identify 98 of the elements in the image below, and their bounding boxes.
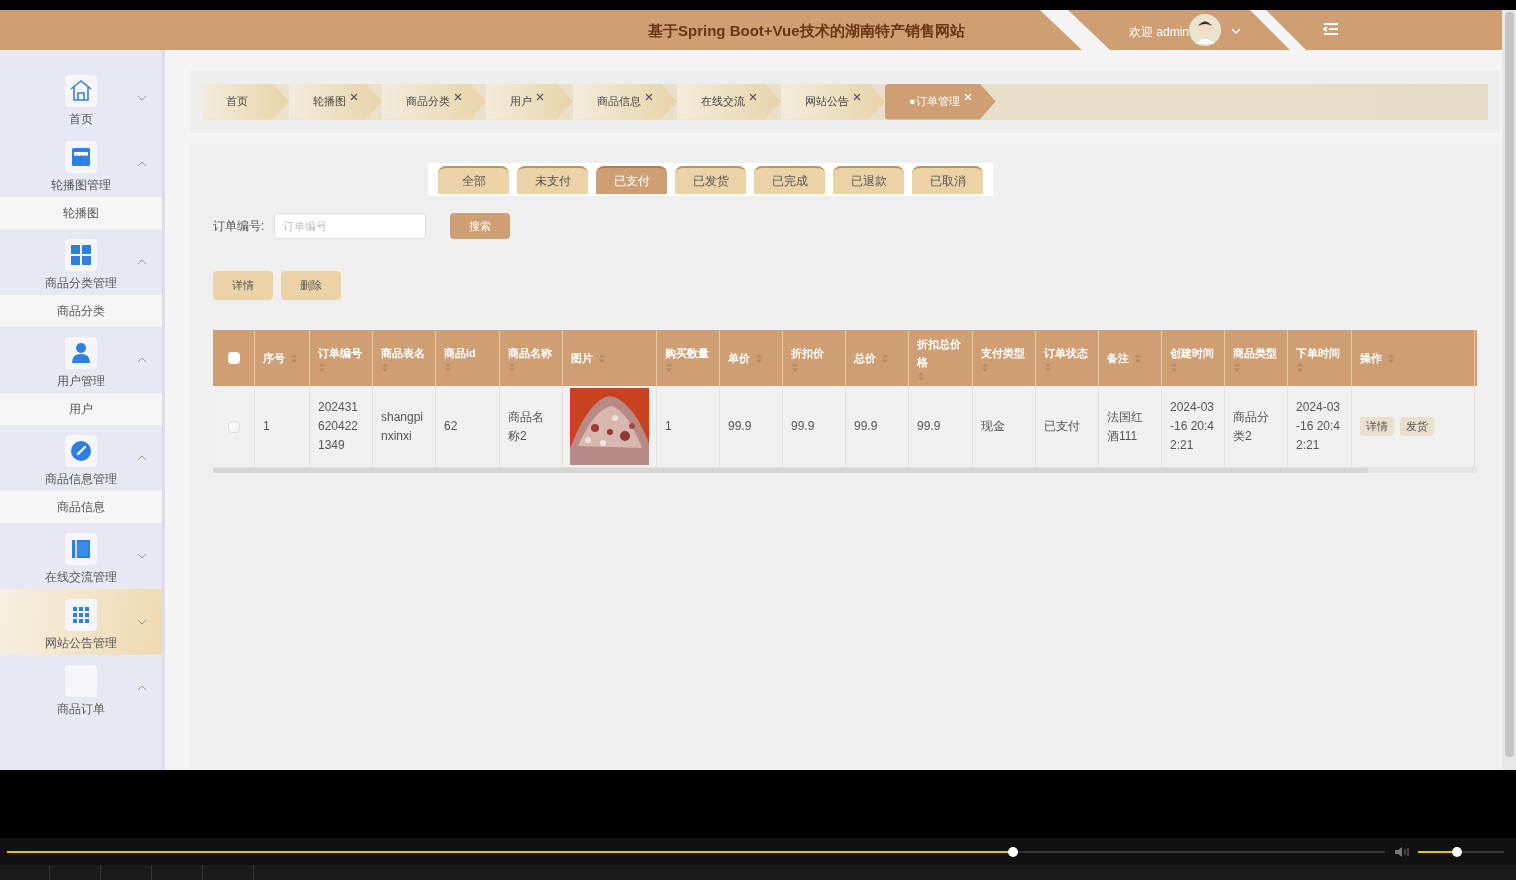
tab[interactable]: 首页 (202, 83, 289, 120)
sidebar-menu-item[interactable]: 在线交流管理 (0, 523, 162, 589)
column-header: 操作 (1360, 351, 1382, 366)
close-icon (536, 92, 544, 101)
table-cell-text: 1 (665, 418, 672, 435)
chevron-up-icon (137, 685, 147, 691)
table-cell-text: 62 (444, 418, 458, 435)
column-header: 商品id (444, 345, 477, 361)
table-cell-text: 99.9 (791, 418, 815, 435)
submenu-item[interactable]: 商品信息 (0, 491, 162, 523)
tab[interactable]: 商品分类 (382, 83, 486, 120)
menu-label: 网站公告管理 (45, 635, 117, 652)
column-header: 单价 (728, 351, 750, 366)
column-header: 订单状态 (1044, 345, 1089, 361)
table-cell-text: 99.9 (728, 418, 752, 435)
close-icon (454, 92, 462, 101)
action-button[interactable]: 详情 (213, 271, 273, 300)
status-filter-button[interactable]: 已取消 (912, 165, 983, 194)
row-action-button[interactable]: 发货 (1400, 417, 1434, 436)
column-header: 图片 (571, 351, 593, 366)
submenu-item[interactable]: 用户 (0, 393, 162, 425)
column-header: 支付类型 (981, 345, 1026, 361)
sidebar-menu-item[interactable]: 轮播图管理 (0, 131, 162, 197)
avatar[interactable] (1189, 14, 1221, 46)
column-header: 总价 (854, 351, 876, 366)
menu-label: 商品信息管理 (45, 471, 117, 488)
table-cell-text: 2024-03-16 20:42:21 (1170, 399, 1216, 454)
sidebar-menu-item[interactable]: 首页 (0, 65, 162, 131)
slider-thumb[interactable] (1451, 846, 1462, 857)
table-cell-text: 法国红酒111 (1107, 408, 1144, 445)
speaker-icon (1394, 845, 1410, 858)
menu-label: 在线交流管理 (45, 569, 117, 586)
sidebar-menu-item[interactable]: 商品订单 (0, 655, 162, 721)
close-icon (963, 92, 972, 101)
chevron-up-icon (137, 455, 147, 461)
tab[interactable]: 轮播图 (289, 83, 382, 120)
chevron-down-icon (1231, 28, 1241, 34)
menu-label: 用户管理 (57, 373, 105, 390)
column-header: 商品类型 (1233, 345, 1278, 361)
submenu-item[interactable]: 轮播图 (0, 197, 162, 229)
table-cell-text: shangpinxinxi (381, 408, 425, 445)
close-icon (853, 92, 861, 101)
status-filter-button[interactable]: 已退款 (833, 165, 904, 194)
chevron-up-icon (137, 161, 147, 167)
column-header: 购买数量 (665, 345, 710, 361)
action-button[interactable]: 删除 (281, 271, 341, 300)
menu-icon[interactable] (1323, 22, 1339, 36)
column-header: 下单时间 (1296, 345, 1341, 361)
column-header: 商品表名 (381, 345, 426, 361)
table-cell-text: 已支付 (1044, 418, 1080, 435)
table-cell-text: 商品分类2 (1233, 408, 1270, 445)
table-cell-text: 2024-03-16 20:42:21 (1296, 399, 1342, 454)
tab[interactable]: 用户 (486, 83, 573, 120)
chevron-down-icon (137, 95, 147, 101)
chevron-up-icon (137, 259, 147, 265)
status-filter-button[interactable]: 未支付 (517, 165, 588, 194)
close-icon (645, 92, 653, 101)
menu-label: 商品分类管理 (45, 275, 117, 292)
status-filter-button[interactable]: 已完成 (754, 165, 825, 194)
table-cell-text: 2024316204221349 (318, 399, 360, 454)
row-checkbox[interactable] (227, 420, 240, 433)
field-label: 订单编号: (213, 218, 265, 235)
tab[interactable]: 在线交流 (677, 83, 781, 120)
table-cell-text: 商品名称2 (508, 408, 545, 445)
sidebar-menu-item[interactable]: 网站公告管理 (0, 589, 162, 655)
table-cell-text: 1 (263, 418, 270, 435)
close-icon (749, 92, 757, 101)
column-header: 创建时间 (1170, 345, 1215, 361)
close-icon (350, 92, 358, 101)
chevron-down-icon (137, 619, 147, 625)
table-cell-text: 99.9 (917, 418, 941, 435)
tab[interactable]: 网站公告 (781, 83, 885, 120)
column-header: 订单编号 (318, 345, 363, 361)
scrollbar-thumb[interactable] (1504, 12, 1514, 757)
menu-label: 首页 (69, 111, 93, 128)
site-title: 基于Spring Boot+Vue技术的湖南特产销售网站 (648, 21, 965, 41)
submenu-item[interactable]: 商品分类 (0, 295, 162, 327)
column-header: 折扣总价格 (917, 336, 962, 370)
row-action-button[interactable]: 详情 (1360, 417, 1394, 436)
menu-label: 商品订单 (57, 701, 105, 718)
status-filter-button[interactable]: 全部 (438, 165, 509, 194)
select-all-checkbox[interactable] (227, 352, 240, 364)
column-header: 商品名称 (508, 345, 553, 361)
sidebar-menu-item[interactable]: 用户管理 (0, 327, 162, 393)
column-header: 序号 (263, 351, 285, 366)
table-cell-text: 现金 (981, 418, 1005, 435)
menu-label: 轮播图管理 (51, 177, 111, 194)
chevron-up-icon (137, 357, 147, 363)
welcome-text: 欢迎 admin (1129, 24, 1190, 41)
table-cell-text: 99.9 (854, 418, 878, 435)
tab[interactable]: 商品信息 (573, 83, 677, 120)
sidebar-menu-item[interactable]: 商品信息管理 (0, 425, 162, 491)
chevron-down-icon (137, 553, 147, 559)
sidebar-menu-item[interactable]: 商品分类管理 (0, 229, 162, 295)
column-header: 折扣价 (791, 345, 825, 361)
column-header: 备注 (1107, 351, 1129, 366)
slider-thumb[interactable] (1007, 846, 1018, 857)
status-filter-button[interactable]: 已发货 (675, 165, 746, 194)
